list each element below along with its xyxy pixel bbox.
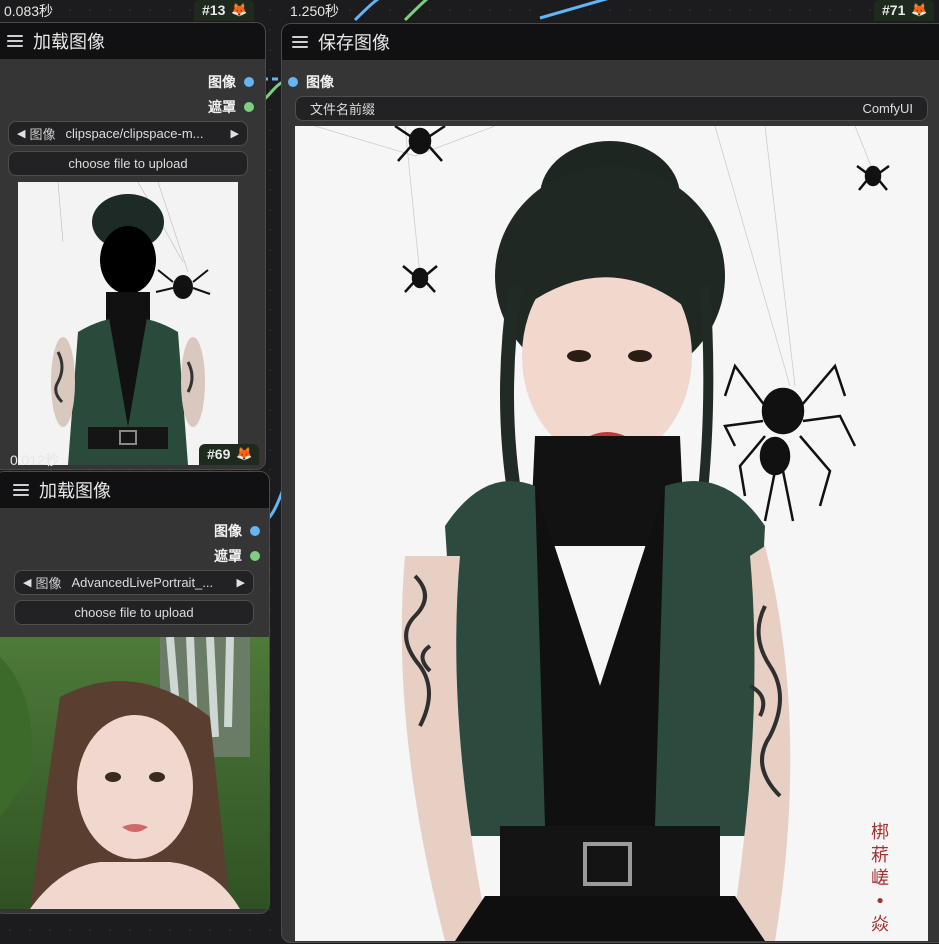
menu-icon[interactable]	[7, 35, 23, 47]
port-dot[interactable]	[288, 77, 298, 87]
preview-illustration	[18, 182, 238, 465]
output-image-port[interactable]: 图像	[214, 521, 260, 541]
upload-button[interactable]: choose file to upload	[14, 600, 254, 625]
node71-timing: 1.250秒	[290, 3, 340, 19]
combo-label: 图像	[29, 127, 56, 142]
menu-icon[interactable]	[292, 36, 308, 48]
node-title: 加载图像	[33, 32, 105, 52]
node71-badge: #71 🦊	[874, 0, 934, 21]
menu-icon[interactable]	[13, 484, 29, 496]
port-dot[interactable]	[244, 102, 254, 112]
image-select[interactable]: ◀ 图像 AdvancedLivePortrait_... ▶	[14, 570, 254, 595]
node69-timing: 0.012秒	[10, 452, 60, 468]
preview-image	[18, 182, 238, 465]
combo-label: 图像	[35, 576, 62, 591]
port-dot[interactable]	[244, 77, 254, 87]
node13-id: #13	[202, 2, 226, 18]
port-dot[interactable]	[250, 526, 260, 536]
node69-id: #69	[207, 446, 231, 462]
port-label: 图像	[306, 74, 334, 90]
node-header[interactable]: 加载图像	[0, 472, 269, 508]
combo-value: clipspace/clipspace-m...	[65, 126, 204, 141]
node71-id: #71	[882, 2, 906, 18]
output-illustration	[295, 126, 928, 941]
fox-icon: 🦊	[911, 2, 928, 17]
output-mask-port[interactable]: 遮罩	[214, 546, 260, 566]
filename-prefix-field[interactable]: 文件名前缀 ComfyUI	[295, 96, 928, 121]
port-label: 图像	[208, 74, 236, 90]
node69-badge: #69 🦊	[199, 444, 259, 465]
port-label: 遮罩	[214, 548, 242, 564]
field-label: 文件名前缀	[310, 102, 376, 117]
port-label: 遮罩	[208, 99, 236, 115]
field-value: ComfyUI	[862, 101, 913, 116]
node13-badge: #13 🦊	[194, 0, 254, 21]
output-image-port[interactable]: 图像	[208, 72, 254, 92]
preview-image	[0, 637, 269, 909]
node-title: 加载图像	[39, 481, 111, 501]
arrow-right-icon[interactable]: ▶	[231, 127, 239, 140]
upload-button[interactable]: choose file to upload	[8, 151, 248, 176]
node-header[interactable]: 加载图像	[0, 23, 265, 59]
input-image-port[interactable]: 图像	[288, 72, 334, 92]
node13-timing: 0.083秒	[4, 3, 54, 19]
output-image: 梆 菥 嵯 • 焱	[295, 126, 928, 941]
port-label: 图像	[214, 523, 242, 539]
image-select[interactable]: ◀ 图像 clipspace/clipspace-m... ▶	[8, 121, 248, 146]
node-header[interactable]: 保存图像	[282, 24, 939, 60]
combo-value: AdvancedLivePortrait_...	[71, 575, 214, 590]
artist-stamp: 梆 菥 嵯 • 焱	[871, 822, 889, 935]
arrow-left-icon[interactable]: ◀	[23, 576, 31, 589]
fox-icon: 🦊	[231, 2, 248, 17]
output-mask-port[interactable]: 遮罩	[208, 97, 254, 117]
arrow-left-icon[interactable]: ◀	[17, 127, 25, 140]
node-title: 保存图像	[318, 33, 390, 53]
fox-icon: 🦊	[236, 446, 253, 461]
arrow-right-icon[interactable]: ▶	[237, 576, 245, 589]
preview-illustration	[0, 637, 269, 909]
port-dot[interactable]	[250, 551, 260, 561]
